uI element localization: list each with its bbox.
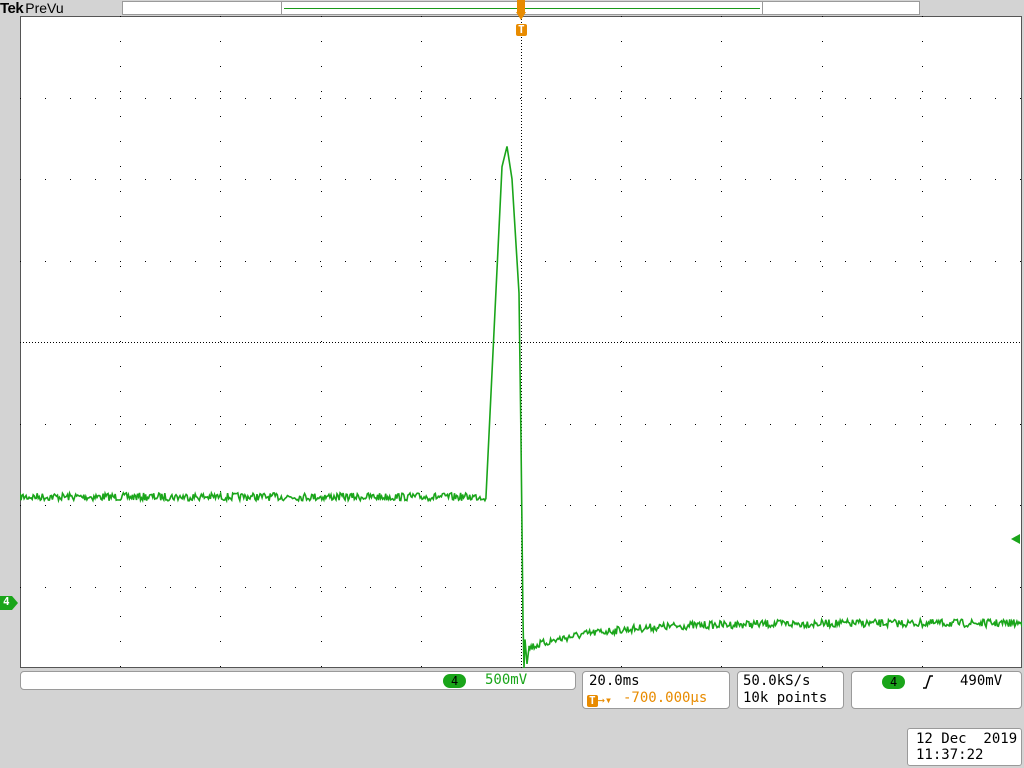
- trigger-position-marker[interactable]: T: [515, 0, 527, 40]
- acquisition-readout[interactable]: 50.0kS/s 10k points: [737, 671, 844, 709]
- trigger-level: 490mV: [960, 673, 1003, 689]
- channel-scale: 500mV: [485, 672, 528, 688]
- trigger-t-icon: T: [587, 694, 598, 707]
- date: 12 Dec 2019: [916, 731, 1018, 747]
- trigger-readout[interactable]: 4 490mV: [851, 671, 1022, 709]
- ground-marker-label: 4: [3, 595, 10, 608]
- trigger-offset-value: -700.000µs: [623, 690, 708, 706]
- sample-rate: 50.0kS/s: [743, 673, 811, 689]
- trigger-arrow-icon: [516, 0, 526, 20]
- channel-number-badge: 4: [443, 674, 467, 688]
- record-length: 10k points: [743, 690, 828, 706]
- trigger-level-arrow-icon[interactable]: [1011, 534, 1021, 544]
- scope-brand: Tek PreVu: [0, 0, 64, 17]
- timebase-scale: 20.0ms: [589, 673, 640, 689]
- brand-logo: Tek: [0, 0, 24, 17]
- graticule-grid: [20, 16, 1022, 668]
- timebase-readout[interactable]: 20.0ms T →▾ -700.000µs: [582, 671, 730, 709]
- trigger-marker-label: T: [516, 23, 527, 36]
- date-time-readout: 12 Dec 2019 11:37:22: [907, 728, 1022, 766]
- acquisition-mode-label: PreVu: [25, 0, 64, 16]
- channel-4-ground-marker[interactable]: 4: [0, 595, 19, 610]
- time: 11:37:22: [916, 747, 984, 763]
- trigger-offset-icon: T →▾: [587, 693, 613, 707]
- channel-readout[interactable]: 4 500mV: [20, 671, 576, 690]
- trigger-source-badge: 4: [882, 675, 906, 689]
- waveform-display: [20, 16, 1022, 668]
- rising-edge-icon: [923, 675, 933, 689]
